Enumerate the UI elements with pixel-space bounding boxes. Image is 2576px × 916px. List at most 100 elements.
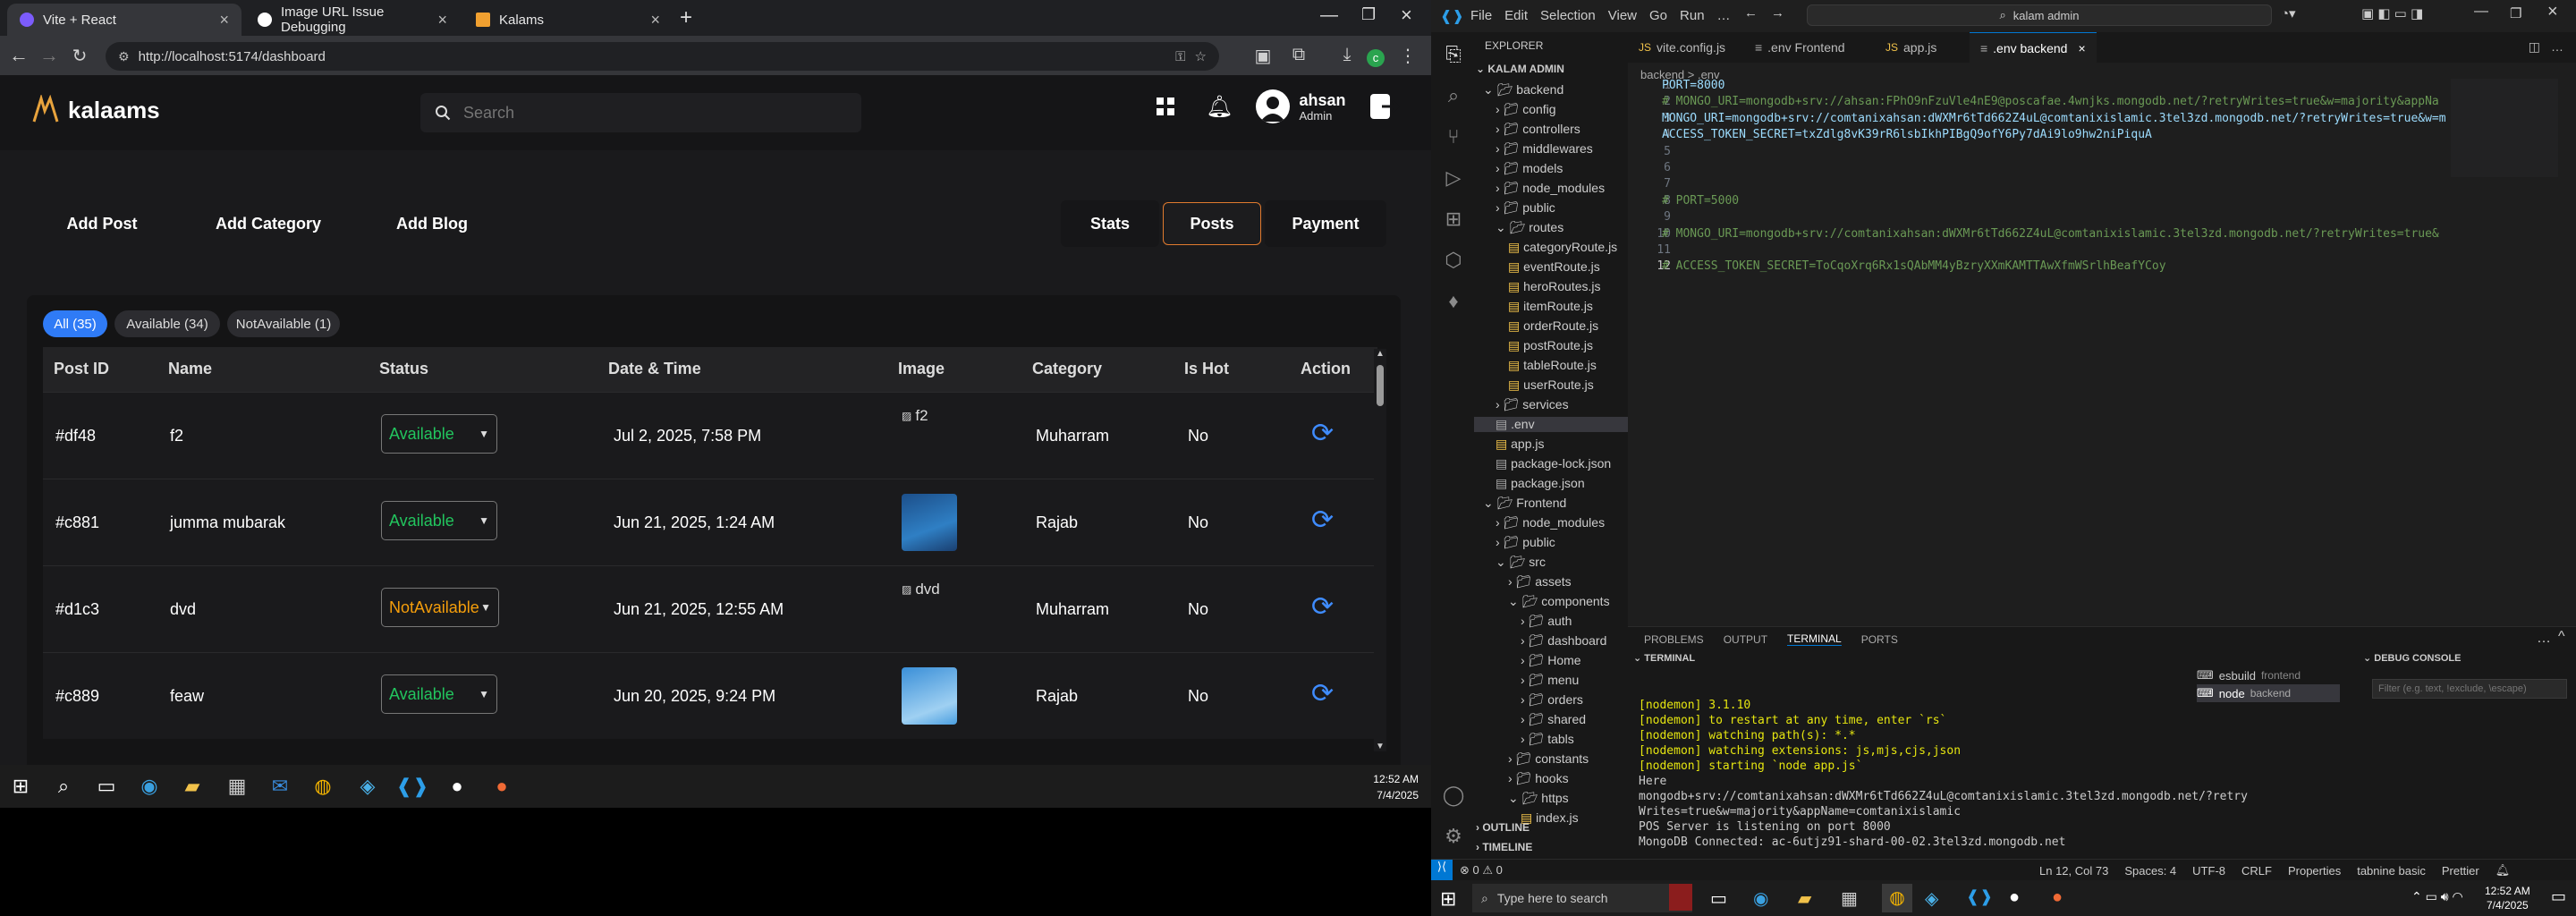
mongodb-icon[interactable]: ♦	[1442, 290, 1465, 313]
tree-item[interactable]: › 📁︎ config	[1496, 102, 1556, 117]
close-tab-icon[interactable]: ×	[2078, 41, 2085, 55]
tree-item[interactable]: › 📁︎ assets	[1508, 574, 1572, 589]
settings-gear-icon[interactable]: ⚙	[1442, 825, 1465, 848]
refresh-icon[interactable]: ⟳	[1311, 591, 1334, 623]
tree-item[interactable]: › 📁︎ menu	[1521, 673, 1579, 688]
cursor-position[interactable]: Ln 12, Col 73	[2039, 864, 2108, 878]
minimize-icon[interactable]: —	[1320, 5, 1338, 26]
editor-tab-env-backend[interactable]: ≡ .env backend ×	[1970, 32, 2097, 63]
tree-item[interactable]: ▤ .env	[1474, 417, 1628, 432]
tree-item[interactable]: › 📁︎ controllers	[1496, 122, 1580, 137]
tray-icons[interactable]: ⌃ ▭ 🔊︎ ◠	[2411, 889, 2463, 904]
tree-item[interactable]: ⌄ 📂︎ components	[1508, 594, 1610, 609]
tree-item[interactable]: › 📁︎ node_modules	[1496, 181, 1605, 196]
tree-item[interactable]: ▤ app.js	[1496, 437, 1544, 452]
edge-icon[interactable]: ◉	[136, 773, 163, 800]
close-tab-icon[interactable]: ×	[650, 11, 660, 30]
kalaams-logo[interactable]: kalaams	[30, 95, 160, 125]
split-editor-icon[interactable]: ◫	[2529, 39, 2540, 55]
postman-icon[interactable]: ●	[2052, 887, 2063, 908]
scroll-down-icon[interactable]: ▼	[1376, 742, 1385, 751]
menu-more-icon[interactable]: …	[1717, 8, 1731, 23]
windows-start-icon[interactable]: ⊞	[7, 773, 34, 800]
chrome-tab-kalams[interactable]: Kalams ×	[463, 4, 673, 36]
github-icon[interactable]: ●	[444, 773, 470, 800]
code-line[interactable]: PORT=8000	[1662, 79, 1724, 92]
panel-tab-terminal[interactable]: TERMINAL	[1787, 632, 1842, 646]
remote-indicator-icon[interactable]: ⟩⟨	[1431, 860, 1453, 880]
outline-section[interactable]: › OUTLINE	[1476, 821, 1530, 834]
tree-item[interactable]: › 📁︎ middlewares	[1496, 141, 1593, 157]
layout-icons[interactable]: ▣ ◧ ▭ ◨	[2361, 5, 2423, 21]
code-line[interactable]: # ACCESS_TOKEN_SECRET=ToCqoXrq6Rx1sQAbMM…	[1662, 259, 2166, 273]
panel-tab-output[interactable]: OUTPUT	[1724, 633, 1767, 646]
tab-posts[interactable]: Posts	[1163, 202, 1261, 245]
address-bar[interactable]: ⚙ http://localhost:5174/dashboard ⚿ ☆	[106, 42, 1219, 71]
tree-item[interactable]: › 📁︎ models	[1496, 161, 1563, 176]
reload-icon[interactable]: ↻	[64, 45, 95, 67]
search-icon[interactable]: ⌕	[1442, 84, 1465, 107]
tree-item[interactable]: › 📁︎ dashboard	[1521, 633, 1606, 649]
add-category-button[interactable]: Add Category	[188, 200, 349, 247]
tree-item[interactable]: ▤ heroRoutes.js	[1508, 279, 1601, 294]
user-menu[interactable]: ahsan Admin	[1256, 89, 1346, 123]
postman-icon[interactable]: ●	[488, 773, 515, 800]
notifications-bell-icon[interactable]: 🔔︎	[2496, 863, 2511, 878]
menu-go[interactable]: Go	[1649, 8, 1667, 23]
problems-count[interactable]: ⊗ 0 ⚠ 0	[1460, 863, 1503, 878]
code-line[interactable]: # MONGO_URI=mongodb+srv://comtanixahsan:…	[1662, 227, 2439, 241]
tree-item[interactable]: › 📁︎ Home	[1521, 653, 1581, 668]
app-icon[interactable]: ◈	[354, 773, 381, 800]
close-tab-icon[interactable]: ×	[437, 11, 447, 30]
task-view-icon[interactable]: ▭	[93, 773, 120, 800]
tree-item[interactable]: › 📁︎ services	[1496, 397, 1569, 412]
task-view-icon[interactable]: ▭	[1710, 887, 1727, 910]
more-actions-icon[interactable]: …	[2551, 39, 2563, 54]
chrome-icon[interactable]: ◍	[1882, 884, 1912, 912]
tree-item[interactable]: › 📁︎ orders	[1521, 692, 1583, 708]
app-icon[interactable]: ◈	[1925, 887, 1938, 910]
explorer-icon[interactable]: ⎘	[1442, 43, 1465, 66]
editor-tab-vite-config[interactable]: JS vite.config.js	[1628, 32, 1736, 63]
password-key-icon[interactable]: ⚿	[1175, 49, 1185, 64]
tree-item[interactable]: ▤ orderRoute.js	[1508, 318, 1598, 334]
file-explorer-icon[interactable]: ▰	[1798, 887, 1811, 910]
restore-icon[interactable]: ❐	[1361, 5, 1376, 24]
code-line[interactable]: # PORT=5000	[1662, 194, 1739, 208]
store-icon[interactable]: ▦	[1841, 887, 1858, 910]
back-icon[interactable]: ←	[1744, 5, 1758, 21]
search-icon[interactable]: ⌕	[50, 773, 77, 800]
forward-icon[interactable]: →	[34, 44, 64, 67]
encoding[interactable]: UTF-8	[2192, 864, 2225, 878]
close-window-icon[interactable]: ×	[1401, 4, 1412, 27]
tree-item[interactable]: › 📁︎ node_modules	[1496, 515, 1605, 530]
extensions-puzzle-icon[interactable]: ⧉	[1286, 45, 1311, 65]
menu-run[interactable]: Run	[1680, 8, 1705, 23]
store-icon[interactable]: ▦	[224, 773, 250, 800]
profile-icon[interactable]: c	[1363, 47, 1388, 67]
tree-item[interactable]: › 📁︎ public	[1496, 200, 1555, 216]
menu-selection[interactable]: Selection	[1540, 8, 1596, 23]
panel-tab-ports[interactable]: PORTS	[1861, 633, 1898, 646]
copilot-icon[interactable]: ◔▾	[2281, 5, 2296, 21]
debug-filter-input[interactable]	[2372, 679, 2567, 699]
tree-item[interactable]: ▤ package.json	[1496, 476, 1585, 491]
tree-item[interactable]: ▤ postRoute.js	[1508, 338, 1593, 353]
prettier-status[interactable]: Prettier	[2442, 864, 2479, 878]
grid-icon[interactable]	[1156, 97, 1175, 116]
menu-edit[interactable]: Edit	[1504, 8, 1528, 23]
scrollbar-thumb[interactable]	[1377, 365, 1384, 406]
terminal-section[interactable]: ⌄ TERMINAL	[1633, 652, 1695, 664]
source-control-icon[interactable]: ⑂	[1442, 125, 1465, 148]
tree-item[interactable]: › 📁︎ auth	[1521, 614, 1572, 629]
panel-more-icon[interactable]: …	[2537, 631, 2551, 647]
tree-item[interactable]: › 📁︎ constants	[1508, 751, 1589, 767]
bookmark-star-icon[interactable]: ☆	[1195, 48, 1207, 64]
tree-item[interactable]: ▤ eventRoute.js	[1508, 259, 1600, 275]
panel-tab-problems[interactable]: PROBLEMS	[1644, 633, 1704, 646]
bell-icon[interactable]: 🔔︎	[1206, 94, 1233, 120]
tree-item[interactable]: › 📁︎ hooks	[1508, 771, 1569, 786]
filter-all[interactable]: All (35)	[43, 310, 107, 337]
vscode-icon[interactable]: ❰❱	[1966, 887, 1993, 906]
tab-stats[interactable]: Stats	[1061, 200, 1159, 247]
